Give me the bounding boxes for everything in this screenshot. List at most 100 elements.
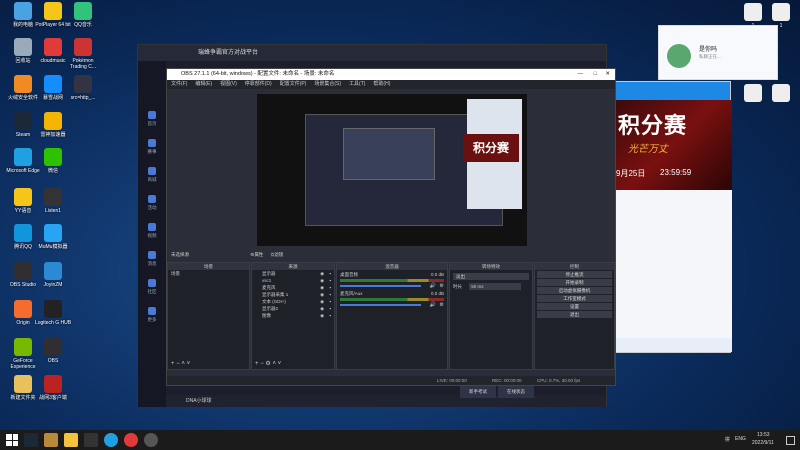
visibility-icon[interactable]: ◉ [320, 291, 324, 298]
move-down-icon[interactable]: ˅ [278, 361, 282, 367]
studio-mode-button[interactable]: 工作室模式 [537, 295, 612, 302]
menu-item[interactable]: 视图(V) [220, 81, 237, 87]
platform-nav-item[interactable]: 首页 [138, 111, 166, 137]
menu-item[interactable]: 帮助(H) [373, 81, 390, 87]
desktop-icon[interactable]: src=http_... [64, 75, 102, 101]
exit-button[interactable]: 退出 [537, 311, 612, 318]
banner-time: 23:59:59 [660, 168, 692, 177]
chat-popup[interactable]: 是你吗 私聊正在... [658, 25, 778, 80]
platform-nav-item[interactable]: 活动 [138, 195, 166, 221]
source-item[interactable]: 文本 (GDI+) ◉ ▪ [252, 298, 334, 305]
platform-nav-item[interactable]: 商城 [138, 167, 166, 193]
add-icon[interactable]: + [255, 361, 259, 367]
obs-taskbar-icon[interactable] [144, 433, 158, 447]
menu-item[interactable]: 工具(T) [349, 81, 365, 87]
obs-window[interactable]: OBS 27.1.1 (64-bit, windows) - 配置文件: 未命名… [166, 68, 616, 386]
maximize-icon[interactable]: □ [594, 69, 597, 80]
platform-nav-item[interactable]: 视频 [138, 223, 166, 249]
duration-input[interactable]: 50 ms [469, 283, 522, 290]
remove-icon[interactable]: − [260, 361, 264, 367]
visibility-icon[interactable]: ◉ [320, 277, 324, 284]
lock-icon[interactable]: ▪ [329, 312, 331, 319]
rec-time: 00:00:00 [504, 378, 522, 383]
obs-preview[interactable]: 积分赛 [257, 94, 527, 246]
speaker-icon[interactable]: 🔊 [430, 283, 436, 289]
scene-item[interactable]: 场景 [168, 270, 249, 277]
volume-slider[interactable] [340, 304, 422, 306]
visibility-icon[interactable]: ◉ [320, 284, 324, 291]
visibility-icon[interactable]: ◉ [320, 270, 324, 277]
ime-indicator[interactable]: 拼 [725, 436, 730, 443]
newbie-exam-button[interactable]: 新手考试 [460, 386, 496, 398]
menu-item[interactable]: 场景集合(S) [314, 81, 341, 87]
visibility-icon[interactable]: ◉ [320, 298, 324, 305]
menu-item[interactable]: 配置文件(P) [280, 81, 307, 87]
source-item[interactable]: 显示器2 ◉ ▪ [252, 305, 334, 312]
desktop-icon[interactable]: 雷神加速器 [34, 112, 72, 138]
visibility-icon[interactable]: ◉ [320, 305, 324, 312]
desktop-icon[interactable]: Pokémon Trading C... [64, 38, 102, 70]
volume-slider[interactable] [340, 285, 422, 287]
source-item[interactable]: vsc1 ◉ ▪ [252, 277, 334, 284]
gear-icon[interactable]: ⚙ [440, 283, 444, 289]
stop-streaming-button[interactable]: 停止推流 [537, 271, 612, 278]
desktop-icon[interactable]: 微信 [34, 148, 72, 174]
platform-nav-item[interactable]: 社区 [138, 279, 166, 305]
lock-icon[interactable]: ▪ [329, 305, 331, 312]
source-item[interactable]: 图像 ◉ ▪ [252, 312, 334, 319]
source-item[interactable]: 显示器 ◉ ▪ [252, 270, 334, 277]
desktop-icon[interactable]: MuMu模拟器 [34, 224, 72, 250]
clock-time[interactable]: 13:53 [757, 432, 770, 438]
app-taskbar-icon[interactable] [84, 433, 98, 447]
gear-icon[interactable]: ⚙ [440, 302, 444, 308]
desktop-icon[interactable]: 战网3客户端 [34, 375, 72, 401]
online-status-button[interactable]: 在线状态 [498, 386, 534, 398]
windows-start-icon[interactable] [6, 434, 18, 446]
start-virtual-camera-button[interactable]: 启动虚拟摄像机 [537, 287, 612, 294]
lock-icon[interactable]: ▪ [329, 270, 331, 277]
transition-select[interactable]: 淡出 [453, 273, 529, 280]
lock-icon[interactable]: ▪ [329, 277, 331, 284]
platform-nav-item[interactable]: 消息 [138, 251, 166, 277]
minimize-icon[interactable]: — [578, 69, 584, 80]
move-down-icon[interactable]: ˅ [187, 361, 191, 367]
desktop-icon[interactable]: JoyinZM [34, 262, 72, 288]
start-recording-button[interactable]: 开始录制 [537, 279, 612, 286]
clock-date[interactable]: 2022/9/11 [752, 440, 774, 446]
cloudmusic-taskbar-icon[interactable] [124, 433, 138, 447]
source-item[interactable]: 麦克风 ◉ ▪ [252, 284, 334, 291]
platform-nav-item[interactable]: 更多 [138, 307, 166, 333]
desktop-icon[interactable]: QQ音乐 [64, 2, 102, 28]
file-explorer-icon[interactable] [64, 433, 78, 447]
speaker-icon[interactable]: 🔊 [430, 302, 436, 308]
desktop-icon[interactable]: Listen1 [34, 188, 72, 214]
stream-window[interactable]: 积分赛 光芒万丈 9月25日 23:59:59 [611, 81, 732, 353]
desktop-icon[interactable]: Logitech G HUB [34, 300, 72, 326]
menu-item[interactable]: 文件(F) [171, 81, 187, 87]
properties-button[interactable]: ⚙属性 [250, 252, 263, 257]
visibility-icon[interactable]: ◉ [320, 312, 324, 319]
desktop-file-icon[interactable] [762, 84, 800, 104]
close-icon[interactable]: ✕ [605, 69, 610, 80]
remove-icon[interactable]: − [176, 361, 180, 367]
platform-taskbar-icon[interactable] [44, 433, 58, 447]
lock-icon[interactable]: ▪ [329, 291, 331, 298]
desktop-icon[interactable]: OBS [34, 338, 72, 364]
gear-icon[interactable]: ⚙ [265, 361, 270, 367]
lock-icon[interactable]: ▪ [329, 298, 331, 305]
edge-taskbar-icon[interactable] [104, 433, 118, 447]
lock-icon[interactable]: ▪ [329, 284, 331, 291]
add-icon[interactable]: + [171, 361, 175, 367]
language-indicator[interactable]: ENG [735, 436, 746, 442]
source-item[interactable]: 显示器采集 1 ◉ ▪ [252, 291, 334, 298]
notification-icon[interactable] [786, 436, 795, 445]
move-up-icon[interactable]: ˄ [181, 361, 185, 367]
platform-nav-item[interactable]: 赛事 [138, 139, 166, 165]
settings-button[interactable]: 设置 [537, 303, 612, 310]
menu-item[interactable]: 停靠部件(D) [245, 81, 272, 87]
steam-taskbar-icon[interactable] [24, 433, 38, 447]
menu-item[interactable]: 编辑(E) [195, 81, 212, 87]
app-icon [14, 112, 32, 130]
move-up-icon[interactable]: ˄ [272, 361, 276, 367]
filters-button[interactable]: ⛭滤镜 [271, 252, 284, 257]
